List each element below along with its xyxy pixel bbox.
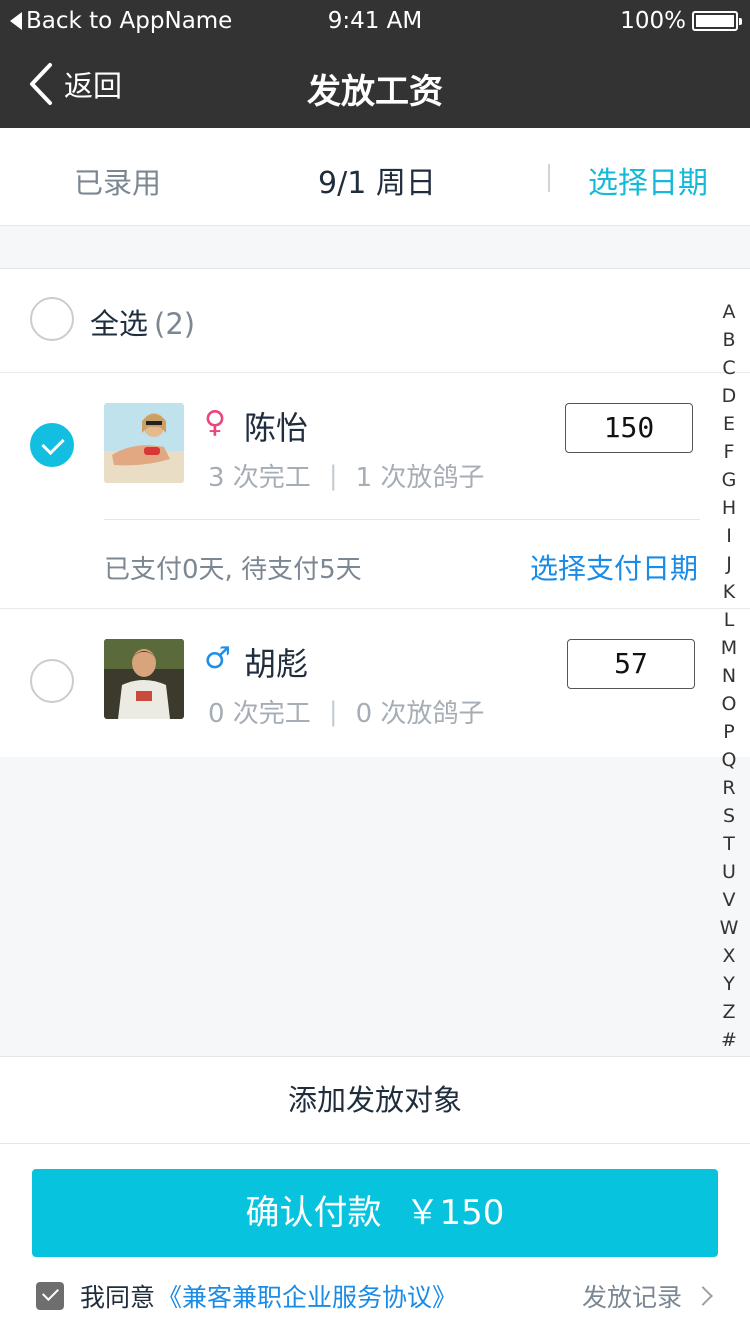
top-bar: Back to AppName 9:41 AM 100% 返回 发放工资 xyxy=(0,0,750,128)
stats-separator: | xyxy=(328,460,338,491)
no-show-count: 1 次放鸽子 xyxy=(355,463,485,493)
agree-checkbox[interactable] xyxy=(36,1282,64,1310)
person-stats: 3 次完工 | 1 次放鸽子 xyxy=(208,457,484,494)
index-letter[interactable]: D xyxy=(722,382,737,410)
page-title: 发放工资 xyxy=(307,72,443,112)
select-checkbox[interactable] xyxy=(30,659,74,703)
confirm-label: 确认付款 xyxy=(245,1193,382,1233)
completed-count: 0 次完工 xyxy=(208,699,311,729)
amount-input[interactable]: 57 xyxy=(567,639,695,689)
index-letter[interactable]: T xyxy=(723,830,735,858)
index-letter[interactable]: L xyxy=(724,606,735,634)
add-recipient-button[interactable]: 添加发放对象 xyxy=(0,1056,750,1144)
index-letter[interactable]: H xyxy=(722,494,736,522)
divider xyxy=(104,519,700,520)
index-letter[interactable]: G xyxy=(722,466,737,494)
divider xyxy=(548,164,550,192)
payment-record-link[interactable]: 发放记录 xyxy=(581,1278,713,1314)
select-all-count: (2) xyxy=(154,307,196,341)
agreement-link[interactable]: 《兼客兼职企业服务协议》 xyxy=(157,1278,457,1314)
person-name: 陈怡 xyxy=(244,409,309,447)
index-letter[interactable]: V xyxy=(723,886,736,914)
date-bar: 已录用 9/1 周日 选择日期 xyxy=(0,128,750,226)
index-letter[interactable]: E xyxy=(723,410,735,438)
agree-label: 我同意 xyxy=(80,1283,156,1312)
battery-indicator: 100% xyxy=(620,8,742,34)
hired-filter-tab[interactable]: 已录用 xyxy=(74,160,161,202)
avatar xyxy=(104,639,184,719)
avatar-photo xyxy=(104,403,184,483)
employee-list: 全选 (2) ♀ 陈怡 3 次完工 | 1 次放鸽子 150 已支付0天, 待支付… xyxy=(0,268,750,757)
battery-percent: 100% xyxy=(620,8,686,34)
amount-input[interactable]: 150 xyxy=(565,403,693,453)
no-show-count: 0 次放鸽子 xyxy=(355,699,485,729)
index-letter[interactable]: U xyxy=(722,858,736,886)
index-letter[interactable]: O xyxy=(722,690,737,718)
index-letter[interactable]: J xyxy=(726,550,732,578)
select-all-row[interactable]: 全选 (2) xyxy=(0,269,750,373)
avatar xyxy=(104,403,184,483)
status-bar: Back to AppName 9:41 AM 100% xyxy=(0,0,750,44)
confirm-amount: ￥150 xyxy=(405,1193,505,1233)
select-checkbox[interactable] xyxy=(30,423,74,467)
index-letter[interactable]: R xyxy=(722,774,735,802)
index-letter[interactable]: W xyxy=(720,914,739,942)
confirm-payment-button[interactable]: 确认付款 ￥150 xyxy=(32,1169,718,1257)
index-letter[interactable]: # xyxy=(721,1026,737,1054)
alphabet-index[interactable]: A B C D E F G H I J K L M N O P Q R S T U V W X Y Z # xyxy=(716,298,742,1054)
select-all-checkbox[interactable] xyxy=(30,297,74,341)
index-letter[interactable]: M xyxy=(721,634,737,662)
index-letter[interactable]: N xyxy=(722,662,736,690)
index-letter[interactable]: A xyxy=(723,298,736,326)
person-name: 胡彪 xyxy=(244,645,309,683)
avatar-photo xyxy=(104,639,184,719)
index-letter[interactable]: F xyxy=(724,438,735,466)
index-letter[interactable]: Y xyxy=(723,970,735,998)
stats-separator: | xyxy=(328,696,338,727)
battery-icon xyxy=(692,11,742,31)
record-label: 发放记录 xyxy=(581,1283,682,1312)
index-letter[interactable]: B xyxy=(722,326,735,354)
index-letter[interactable]: Z xyxy=(722,998,735,1026)
footer: 确认付款 ￥150 我同意 《兼客兼职企业服务协议》 发放记录 xyxy=(0,1144,750,1334)
list-item: ♀ 陈怡 3 次完工 | 1 次放鸽子 150 已支付0天, 待支付5天 选择支… xyxy=(0,373,750,609)
select-all-label: 全选 (2) xyxy=(90,301,195,343)
index-letter[interactable]: K xyxy=(723,578,735,606)
select-date-button[interactable]: 选择日期 xyxy=(588,158,708,202)
index-letter[interactable]: S xyxy=(723,802,735,830)
completed-count: 3 次完工 xyxy=(208,463,311,493)
chevron-right-icon xyxy=(693,1286,713,1306)
male-icon: ♂ xyxy=(204,641,231,676)
index-letter[interactable]: I xyxy=(726,522,732,550)
current-date: 9/1 周日 xyxy=(318,166,436,201)
person-stats: 0 次完工 | 0 次放鸽子 xyxy=(208,693,484,730)
payment-status: 已支付0天, 待支付5天 xyxy=(104,555,362,585)
nav-bar: 返回 发放工资 xyxy=(0,44,750,128)
index-letter[interactable]: Q xyxy=(722,746,737,774)
index-letter[interactable]: P xyxy=(723,718,734,746)
agreement-row: 我同意 《兼客兼职企业服务协议》 xyxy=(36,1278,457,1314)
index-letter[interactable]: X xyxy=(722,942,735,970)
select-all-text: 全选 xyxy=(90,307,149,341)
list-item: ♂ 胡彪 0 次完工 | 0 次放鸽子 57 xyxy=(0,609,750,757)
index-letter[interactable]: C xyxy=(722,354,735,382)
female-icon: ♀ xyxy=(204,405,226,440)
select-pay-date-link[interactable]: 选择支付日期 xyxy=(530,547,698,587)
